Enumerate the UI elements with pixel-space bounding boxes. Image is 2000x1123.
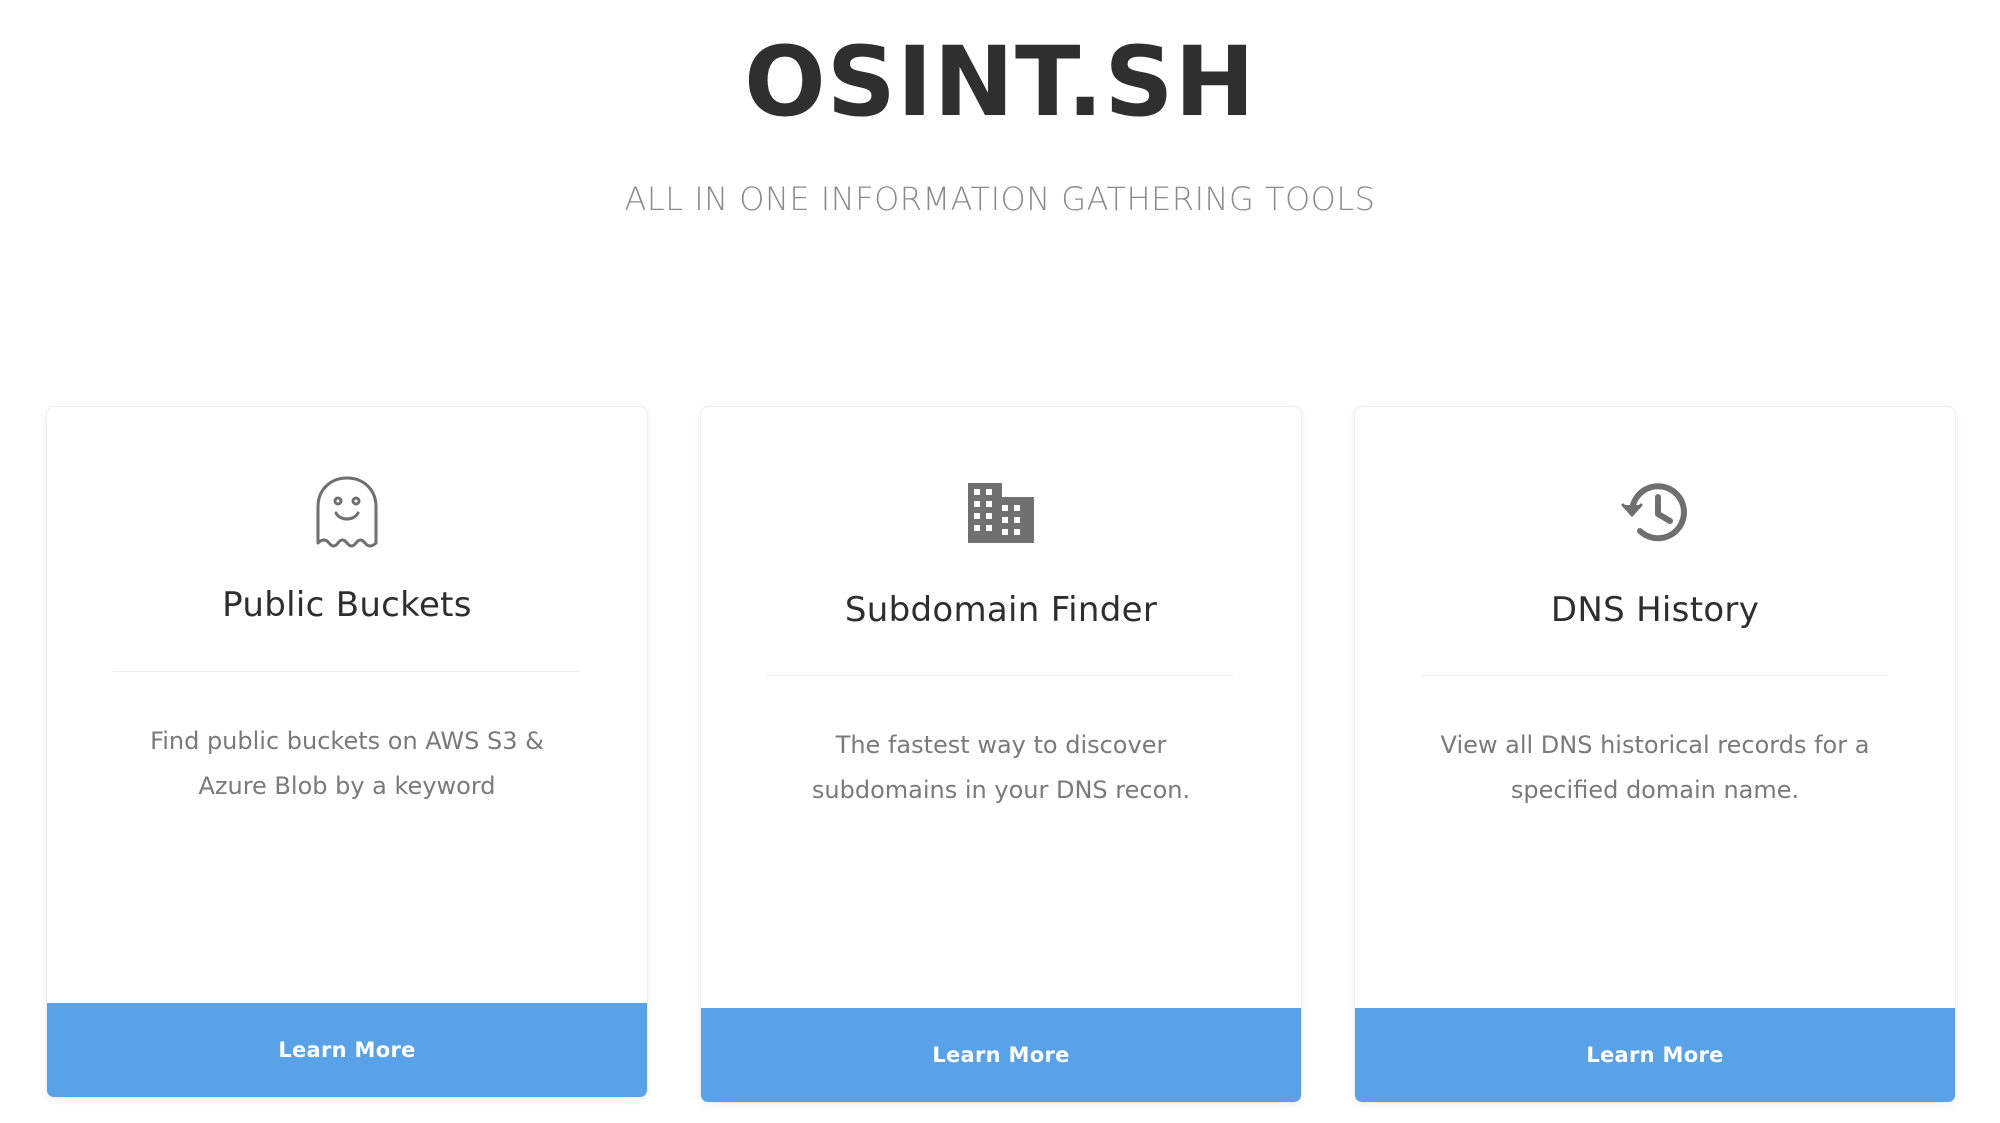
card-description: Find public buckets on AWS S3 & Azure Bl… xyxy=(150,727,544,800)
site-title: OSINT.SH xyxy=(744,26,1256,138)
ghost-icon xyxy=(47,473,647,553)
site-subtitle: ALL IN ONE INFORMATION GATHERING TOOLS xyxy=(624,180,1376,218)
card-divider xyxy=(767,675,1233,676)
card-title: Public Buckets xyxy=(222,585,472,625)
card-divider xyxy=(1421,675,1887,676)
card-public-buckets: Public Buckets Find public buckets on AW… xyxy=(46,406,648,1098)
learn-more-button[interactable]: Learn More xyxy=(701,1008,1301,1102)
building-icon xyxy=(701,473,1301,553)
card-divider xyxy=(113,671,579,672)
card-dns-history: DNS History View all DNS historical reco… xyxy=(1354,406,1956,1103)
learn-more-button[interactable]: Learn More xyxy=(47,1003,647,1097)
card-subdomain-finder: Subdomain Finder The fastest way to disc… xyxy=(700,406,1302,1103)
card-description: The fastest way to discover subdomains i… xyxy=(811,731,1191,804)
card-title: Subdomain Finder xyxy=(844,590,1158,630)
card-title: DNS History xyxy=(1550,590,1760,630)
history-icon xyxy=(1355,473,1955,553)
card-description: View all DNS historical records for a sp… xyxy=(1440,731,1870,804)
learn-more-button[interactable]: Learn More xyxy=(1355,1008,1955,1102)
